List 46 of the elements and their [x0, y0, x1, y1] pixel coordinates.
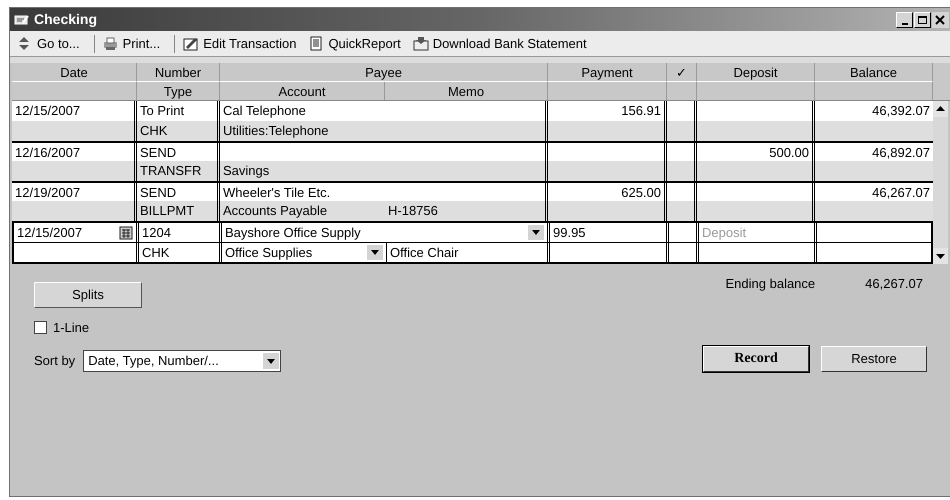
- date-field[interactable]: 12/15/2007: [14, 223, 139, 242]
- window-title: Checking: [34, 10, 98, 29]
- pencil-form-icon: [183, 36, 200, 52]
- balance-cell-text: 46,392.07: [871, 102, 931, 120]
- one-line-checkbox[interactable]: [34, 321, 47, 334]
- caret-icon[interactable]: [528, 225, 544, 240]
- printer-icon: [102, 36, 119, 52]
- account-field[interactable]: Office Supplies: [222, 243, 387, 262]
- toolbar-button[interactable]: Download Bank Statement: [410, 32, 590, 54]
- account-cell-text: Savings: [222, 162, 270, 180]
- column-header[interactable]: Account: [220, 82, 385, 100]
- maximize-button[interactable]: [914, 12, 931, 28]
- caret-icon: [263, 352, 280, 368]
- column-header[interactable]: Memo: [385, 82, 548, 100]
- report-icon: [308, 36, 324, 52]
- scroll-down-button[interactable]: [933, 248, 948, 264]
- ending-balance-value: 46,267.07: [865, 275, 923, 293]
- dialog-button[interactable]: Restore: [821, 346, 927, 372]
- splits-button[interactable]: Splits: [34, 282, 142, 308]
- account-cell-text: Utilities:Telephone: [222, 122, 330, 140]
- one-line-label: 1-Line: [53, 319, 90, 337]
- balance-cell-text: 46,892.07: [871, 144, 931, 161]
- type-field: CHK: [139, 243, 222, 262]
- toolbar-button[interactable]: Go to...: [14, 32, 83, 54]
- toolbar-button[interactable]: QuickReport: [305, 32, 404, 54]
- sort-by-label: Sort by: [34, 352, 76, 370]
- ending-balance-label: Ending balance: [726, 275, 816, 293]
- close-button[interactable]: [932, 12, 949, 28]
- download-statement-icon: [412, 36, 429, 52]
- sort-by-dropdown[interactable]: Date, Type, Number/...: [83, 350, 282, 372]
- toolbar-button[interactable]: Print...: [100, 32, 164, 54]
- balance-cell-text: 46,267.07: [871, 184, 931, 201]
- column-header[interactable]: Type: [137, 82, 220, 100]
- dialog-button[interactable]: Record: [703, 346, 809, 372]
- account-cell-text: Accounts Payable: [222, 202, 328, 220]
- minimize-button[interactable]: [896, 12, 913, 28]
- register-icon: [14, 12, 30, 26]
- caret-icon[interactable]: [367, 245, 383, 260]
- scrollbar[interactable]: [933, 101, 948, 264]
- calendar-icon[interactable]: [119, 226, 133, 240]
- toolbar-button[interactable]: Edit Transaction: [180, 32, 300, 54]
- payment-field[interactable]: 99.95: [550, 223, 669, 242]
- memo-field[interactable]: Office Chair: [387, 243, 550, 262]
- number-field[interactable]: 1204: [139, 223, 222, 242]
- payee-field[interactable]: Bayshore Office Supply: [222, 223, 550, 242]
- scroll-up-button[interactable]: [933, 101, 948, 117]
